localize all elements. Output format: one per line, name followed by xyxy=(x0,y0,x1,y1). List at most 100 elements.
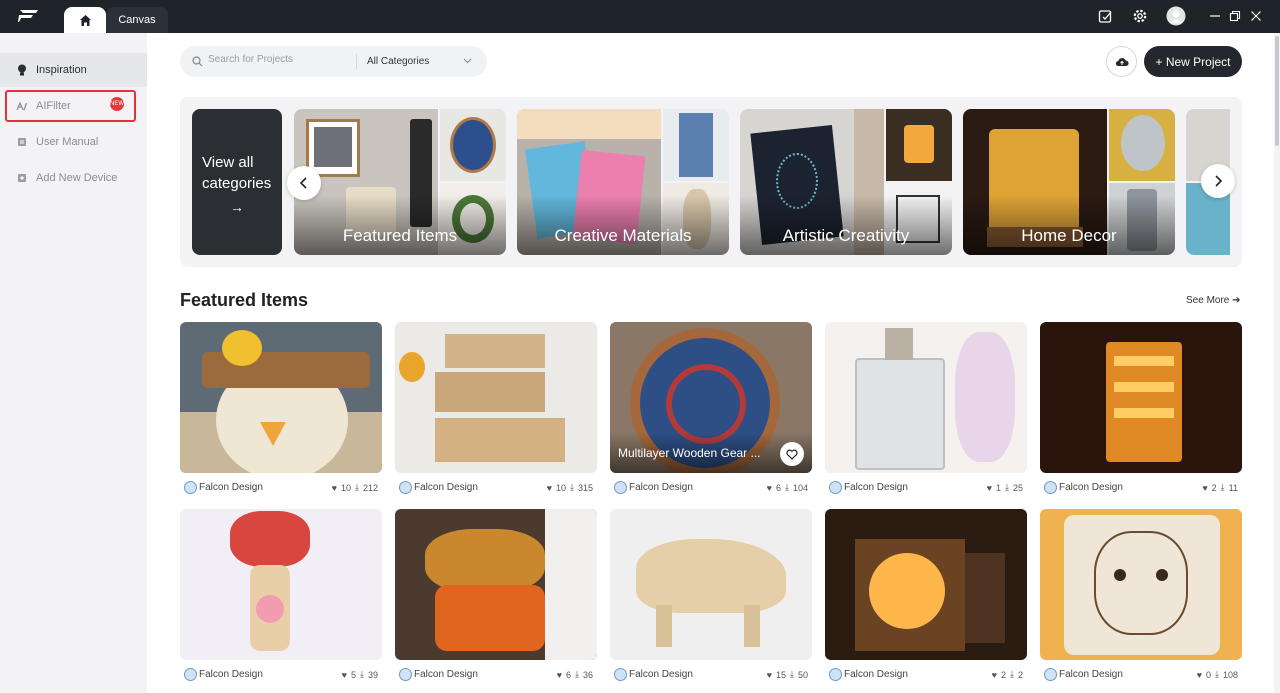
downloads-count: 11 xyxy=(1228,482,1238,493)
favorite-button[interactable] xyxy=(780,442,804,466)
downloads-count: 39 xyxy=(367,669,378,680)
author-name: Falcon Design xyxy=(629,669,693,680)
heart-icon: ♥ xyxy=(546,482,552,493)
project-title: Multilayer Wooden Gear ... xyxy=(618,446,761,460)
new-project-button[interactable]: + New Project xyxy=(1144,46,1242,77)
project-thumbnail xyxy=(395,322,597,473)
search-input[interactable] xyxy=(208,54,348,65)
likes-count: 5 xyxy=(350,669,356,680)
project-meta: Falcon Design ♥ 15 ⤓ 50 xyxy=(614,668,812,682)
download-icon: ⤓ xyxy=(1220,482,1225,492)
chevron-down-icon[interactable] xyxy=(463,56,472,65)
chevron-left-icon xyxy=(299,177,307,189)
heart-icon: ♥ xyxy=(766,482,772,493)
category-label: Creative Materials xyxy=(554,226,692,245)
avatar[interactable] xyxy=(1166,6,1186,26)
view-all-label-1: View all xyxy=(202,154,254,171)
view-all-categories-button[interactable]: View all categories → xyxy=(192,109,282,255)
project-stats: ♥ 5 ⤓ 39 xyxy=(342,669,378,680)
project-stats: ♥ 1 ⤓ 25 xyxy=(987,482,1023,493)
downloads-count: 50 xyxy=(797,669,808,680)
heart-icon: ♥ xyxy=(341,669,347,680)
minimize-icon[interactable] xyxy=(1207,8,1223,24)
heart-outline-icon xyxy=(786,449,798,460)
heart-icon: ♥ xyxy=(1196,669,1202,680)
project-meta: Falcon Design ♥ 10 ⤓ 315 xyxy=(399,481,597,495)
project-stats: ♥ 0 ⤓ 108 xyxy=(1197,669,1238,680)
likes-count: 2 xyxy=(1211,482,1217,493)
project-meta: Falcon Design ♥ 2 ⤓ 2 xyxy=(829,668,1027,682)
likes-count: 15 xyxy=(775,669,786,680)
author-avatar xyxy=(184,668,197,681)
tab-canvas[interactable]: Canvas xyxy=(106,7,168,33)
author-avatar xyxy=(614,668,627,681)
project-thumbnail xyxy=(180,509,382,660)
sidebar-item-label: Add New Device xyxy=(36,172,118,184)
downloads-count: 2 xyxy=(1017,669,1023,680)
arrow-right-icon: → xyxy=(230,199,244,215)
restore-icon[interactable] xyxy=(1227,8,1243,24)
sidebar-item-aifilter[interactable]: AIFilter NEW xyxy=(5,90,136,122)
category-image xyxy=(1109,109,1175,181)
close-icon[interactable] xyxy=(1248,8,1264,24)
category-image xyxy=(663,109,729,181)
card-shade xyxy=(517,195,729,255)
bulb-icon xyxy=(16,64,28,76)
download-icon: ⤓ xyxy=(354,482,359,492)
project-meta: Falcon Design ♥ 2 ⤓ 11 xyxy=(1044,481,1242,495)
search-icon xyxy=(192,56,203,67)
author-avatar xyxy=(829,481,842,494)
author-name: Falcon Design xyxy=(844,482,908,493)
category-label: Artistic Creativity xyxy=(782,226,910,245)
likes-count: 2 xyxy=(1000,669,1006,680)
home-icon xyxy=(79,14,91,26)
category-label: Featured Items xyxy=(342,226,458,245)
heart-icon: ♥ xyxy=(556,669,562,680)
project-stats: ♥ 6 ⤓ 36 xyxy=(557,669,593,680)
category-card-artistic-creativity[interactable]: Artistic Creativity xyxy=(740,109,952,255)
category-card-creative-materials[interactable]: Creative Materials xyxy=(517,109,729,255)
category-select[interactable]: All Categories xyxy=(367,56,429,67)
project-meta: Falcon Design ♥ 5 ⤓ 39 xyxy=(184,668,382,682)
add-device-icon xyxy=(16,172,28,184)
see-more-link[interactable]: See More ➔ xyxy=(1186,295,1241,306)
project-meta: Falcon Design ♥ 10 ⤓ 212 xyxy=(184,481,382,495)
project-meta: Falcon Design ♥ 6 ⤓ 104 xyxy=(614,481,812,495)
author-name: Falcon Design xyxy=(414,669,478,680)
sidebar-item-add-device[interactable]: Add New Device xyxy=(0,161,147,195)
category-card-home-decor[interactable]: Home Decor xyxy=(963,109,1175,255)
download-icon: ⤓ xyxy=(569,482,574,492)
project-meta: Falcon Design ♥ 6 ⤓ 36 xyxy=(399,668,597,682)
sidebar-item-inspiration[interactable]: Inspiration xyxy=(0,53,147,87)
card-shade xyxy=(963,195,1175,255)
gear-icon[interactable] xyxy=(1132,8,1148,24)
project-thumbnail: Multilayer Wooden Gear ... xyxy=(610,322,812,473)
notes-icon[interactable] xyxy=(1097,8,1113,24)
downloads-count: 36 xyxy=(582,669,593,680)
likes-count: 10 xyxy=(555,482,566,493)
project-stats: ♥ 6 ⤓ 104 xyxy=(767,482,808,493)
likes-count: 1 xyxy=(995,482,1001,493)
new-badge: NEW xyxy=(110,97,124,111)
carousel-prev-button[interactable] xyxy=(287,166,321,200)
heart-icon: ♥ xyxy=(991,669,997,680)
download-icon: ⤓ xyxy=(784,482,789,492)
category-image xyxy=(886,109,952,181)
category-image xyxy=(440,109,506,181)
carousel-next-button[interactable] xyxy=(1201,164,1235,198)
author-name: Falcon Design xyxy=(844,669,908,680)
sidebar-item-label: AIFilter xyxy=(36,100,71,112)
category-card-featured[interactable]: Featured Items xyxy=(294,109,506,255)
sidebar-item-user-manual[interactable]: User Manual xyxy=(0,125,147,159)
tab-canvas-label: Canvas xyxy=(118,14,156,26)
author-avatar xyxy=(399,668,412,681)
scrollbar-thumb[interactable] xyxy=(1275,36,1279,146)
chevron-right-icon xyxy=(1215,175,1223,187)
tab-home[interactable] xyxy=(64,7,106,33)
download-icon: ⤓ xyxy=(790,669,794,679)
author-avatar xyxy=(184,481,197,494)
download-icon: ⤓ xyxy=(360,669,364,679)
cloud-upload-button[interactable] xyxy=(1106,46,1137,77)
project-meta: Falcon Design ♥ 0 ⤓ 108 xyxy=(1044,668,1242,682)
downloads-count: 315 xyxy=(577,482,593,493)
